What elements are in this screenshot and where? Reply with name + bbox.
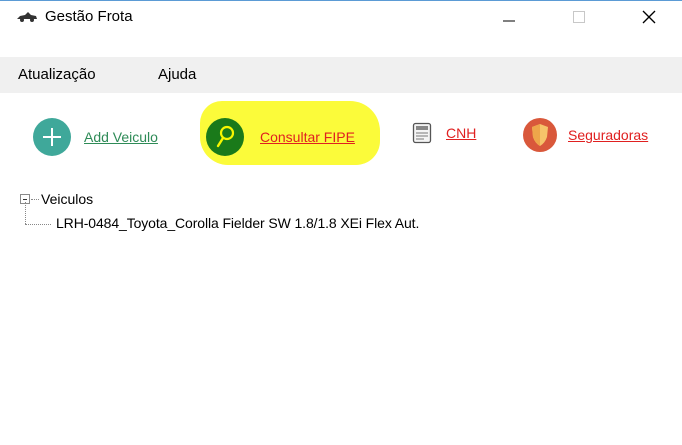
tree-root-label: Veiculos [41, 191, 94, 207]
tree-node-veiculos[interactable]: Veiculos [20, 191, 93, 207]
minimize-icon [503, 20, 515, 22]
cnh-link[interactable]: CNH [446, 125, 476, 141]
seguradoras-button[interactable]: Seguradoras [522, 117, 648, 153]
tree-child-label: LRH-0484_Toyota_Corolla Fielder SW 1.8/1… [56, 215, 420, 231]
tree-node-vehicle[interactable]: LRH-0484_Toyota_Corolla Fielder SW 1.8/1… [56, 215, 419, 231]
consultar-fipe-button[interactable]: Consultar FIPE [205, 117, 355, 157]
consultar-fipe-link[interactable]: Consultar FIPE [260, 129, 355, 145]
title-bar[interactable]: Gestão Frota [0, 2, 682, 32]
tree-connector [25, 202, 26, 224]
maximize-icon [573, 11, 585, 23]
maximize-button[interactable] [556, 2, 602, 32]
tree-connector [31, 198, 39, 200]
menu-bar: Atualização Ajuda [0, 57, 682, 93]
document-icon [412, 122, 432, 144]
menu-atualizacao[interactable]: Atualização [18, 66, 96, 83]
main-window: Gestão Frota Atualização Ajuda Add Veicu… [0, 0, 682, 445]
window-title: Gestão Frota [45, 8, 133, 25]
shield-icon [523, 118, 557, 152]
menu-ajuda[interactable]: Ajuda [158, 66, 196, 83]
add-veiculo-button[interactable]: Add Veiculo [32, 117, 158, 157]
tree-connector [25, 224, 51, 225]
minimize-button[interactable] [486, 2, 532, 32]
car-icon [17, 12, 37, 22]
search-icon [206, 118, 244, 156]
cnh-button[interactable]: CNH [412, 122, 476, 144]
add-icon [33, 118, 71, 156]
close-icon [642, 10, 656, 24]
close-button[interactable] [626, 2, 672, 32]
add-veiculo-link[interactable]: Add Veiculo [84, 129, 158, 145]
seguradoras-link[interactable]: Seguradoras [568, 127, 648, 143]
